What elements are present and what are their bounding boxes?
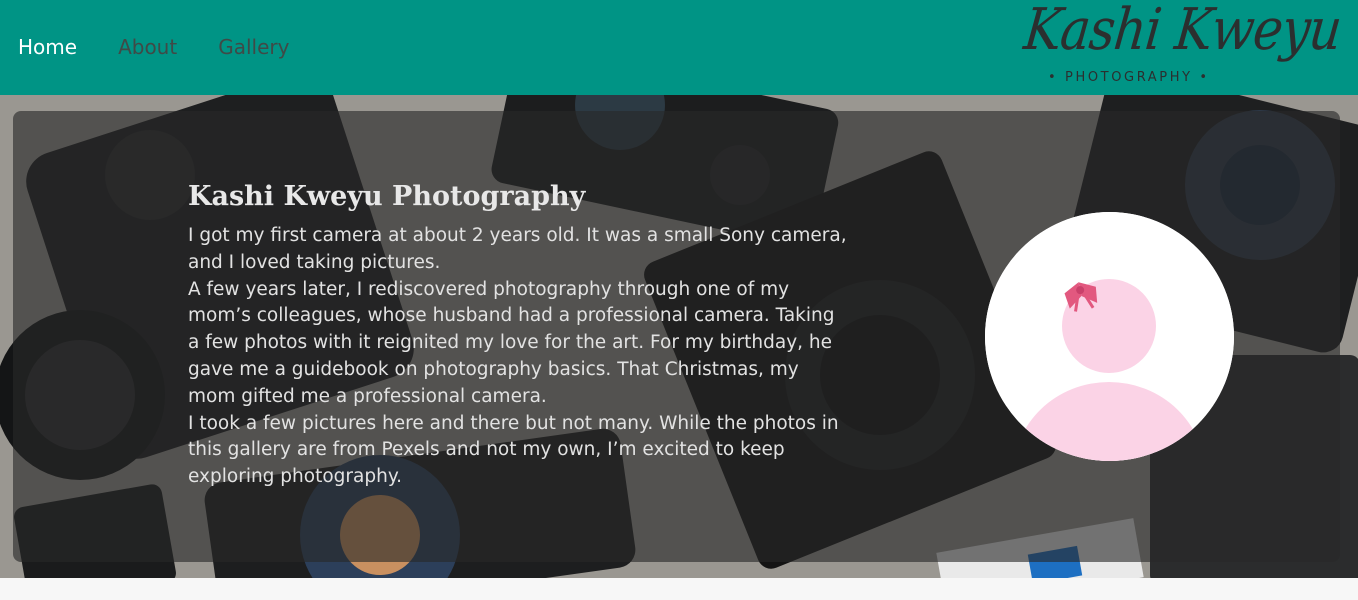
profile-avatar <box>985 212 1234 461</box>
nav-gallery-link[interactable]: Gallery <box>218 32 289 62</box>
about-paragraph: I took a few pictures here and there but… <box>188 412 839 488</box>
about-title: Kashi Kweyu Photography <box>188 181 586 212</box>
nav-links: Home About Gallery <box>18 32 330 62</box>
nav-about-link[interactable]: About <box>118 32 177 62</box>
logo-subtitle: • PHOTOGRAPHY • <box>1048 70 1210 85</box>
about-paragraph: I got my first camera at about 2 years o… <box>188 225 847 273</box>
nav-home-link[interactable]: Home <box>18 32 77 62</box>
about-paragraph: A few years later, I rediscovered photog… <box>188 278 835 407</box>
page-bottom <box>0 578 1358 600</box>
about-text: I got my first camera at about 2 years o… <box>188 223 848 491</box>
logo-script-text: Kashi Kweyu <box>1020 0 1345 63</box>
default-user-icon <box>985 212 1234 461</box>
site-logo[interactable]: Kashi Kweyu • PHOTOGRAPHY • <box>1020 0 1344 92</box>
navbar: Home About Gallery Kashi Kweyu • PHOTOGR… <box>0 0 1358 95</box>
hero-section: Kashi Kweyu Photography I got my first c… <box>0 95 1358 578</box>
